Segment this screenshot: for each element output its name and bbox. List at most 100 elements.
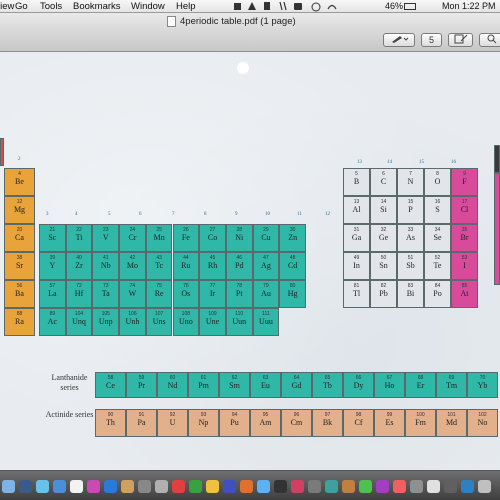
app-icon[interactable] [342,480,355,493]
element-cell-eu: 63 Eu [250,372,281,398]
app-icon[interactable] [274,480,287,493]
group-number: 9 [235,212,238,217]
element-cell-am: 95 Am [250,409,281,437]
trash-icon[interactable] [155,480,168,493]
group-number: 13 [357,160,362,165]
element-symbol: Sn [379,261,388,270]
element-symbol: Unq [72,317,86,326]
element-symbol: Uns [152,317,166,326]
element-cell-se: 34 Se [424,224,451,252]
app-icon[interactable] [308,480,321,493]
element-symbol: Ac [47,317,57,326]
element-symbol: Sr [15,261,24,270]
element-symbol: Ta [101,289,110,298]
element-cell-pr: 59 Pr [126,372,157,398]
page-number-button[interactable]: 5 [421,33,442,47]
element-symbol: Gd [291,381,302,390]
itunes-icon[interactable] [87,480,100,493]
ical-icon[interactable] [70,480,83,493]
element-symbol: Eu [261,381,270,390]
element-symbol: Unp [98,317,113,326]
element-symbol: Unh [125,317,140,326]
element-cell-gd: 64 Gd [281,372,312,398]
element-cell-unp: 105 Unp [92,308,120,336]
element-cell-sm: 62 Sm [219,372,250,398]
element-symbol: Ti [75,233,83,242]
element-symbol: Te [433,261,442,270]
element-cell-bk: 97 Bk [312,409,343,437]
document-smudge [237,62,249,74]
search-button[interactable] [479,33,500,47]
system-prefs-icon[interactable] [138,480,151,493]
element-cell-b: 5B [343,168,370,196]
element-cell-rh: 45 Rh [199,252,226,280]
element-cell-unq: 104 Unq [65,308,93,336]
app-icon[interactable] [444,480,457,493]
element-symbol: Cr [128,233,137,242]
menu-view[interactable]: View [0,0,14,13]
iphoto-icon[interactable] [104,480,117,493]
element-cell-as: 33 As [397,224,424,252]
safari-icon[interactable] [53,480,66,493]
element-cell-al: 13 Al [343,196,370,224]
app-icon[interactable] [291,480,304,493]
element-cell-n: 7N [397,168,424,196]
dashboard-icon[interactable] [19,480,32,493]
element-cell-hg: 80 Hg [279,280,306,308]
element-cell-si: 14 Si [370,196,397,224]
finder-icon[interactable] [2,480,15,493]
element-symbol: Se [433,233,442,242]
menu-go[interactable]: Go [15,0,28,13]
element-cell-ti: 22 Ti [65,224,93,252]
element-cell-be: 4 Be [4,168,35,196]
element-cell-ba: 56 Ba [4,280,35,308]
app-icon[interactable] [427,480,440,493]
element-cell-ru: 44 Ru [172,252,200,280]
window-titlebar: 4periodic table.pdf (1 page) 5 [0,13,500,52]
element-cell-cr: 24 Cr [119,224,146,252]
element-symbol: Ga [351,233,362,242]
app-icon[interactable] [223,480,236,493]
edit-button[interactable] [448,33,473,47]
element-symbol: Cl [460,205,469,214]
app-icon[interactable] [325,480,338,493]
annotate-pen-button[interactable] [383,33,415,47]
app-icon[interactable] [461,480,474,493]
element-symbol: V [102,233,109,242]
mail-icon[interactable] [36,480,49,493]
app-icon[interactable] [206,480,219,493]
menu-help[interactable]: Help [176,0,196,13]
app-icon[interactable] [257,480,270,493]
element-symbol: Pt [235,289,243,298]
element-symbol: Al [352,205,361,214]
element-symbol: In [353,261,360,270]
element-cell-ge: 32 Ge [370,224,397,252]
menu-bookmarks[interactable]: Bookmarks [73,0,121,13]
app-icon[interactable] [240,480,253,493]
element-cell-cl: 17 Cl [451,196,478,224]
element-symbol: La [48,289,57,298]
element-cell-pu: 94 Pu [219,409,250,437]
element-symbol: Uuu [259,317,273,326]
group-number: 14 [387,160,392,165]
app-icon[interactable] [478,480,491,493]
app-icon[interactable] [359,480,372,493]
menu-clock[interactable]: Mon 1:22 PM [442,0,496,13]
element-cell-ga: 31 Ga [343,224,370,252]
menu-window[interactable]: Window [131,0,165,13]
app-icon[interactable] [393,480,406,493]
app-icon[interactable] [410,480,423,493]
preview-icon[interactable] [121,480,134,493]
app-icon[interactable] [172,480,185,493]
element-cell-u: 92 U [157,409,188,437]
element-symbol: Hf [74,289,84,298]
menu-tools[interactable]: Tools [40,0,62,13]
element-symbol: Cm [290,418,303,427]
periodic-cell-partial [494,173,500,285]
group-number: 6 [139,212,142,217]
app-icon[interactable] [376,480,389,493]
app-icon[interactable] [189,480,202,493]
element-cell-at: 85 At [451,280,478,308]
battery-percent[interactable]: 46% [385,0,403,13]
pdf-document-view[interactable]: Lanthanide series Actinide series 4 Be 5 B 6… [0,52,500,470]
